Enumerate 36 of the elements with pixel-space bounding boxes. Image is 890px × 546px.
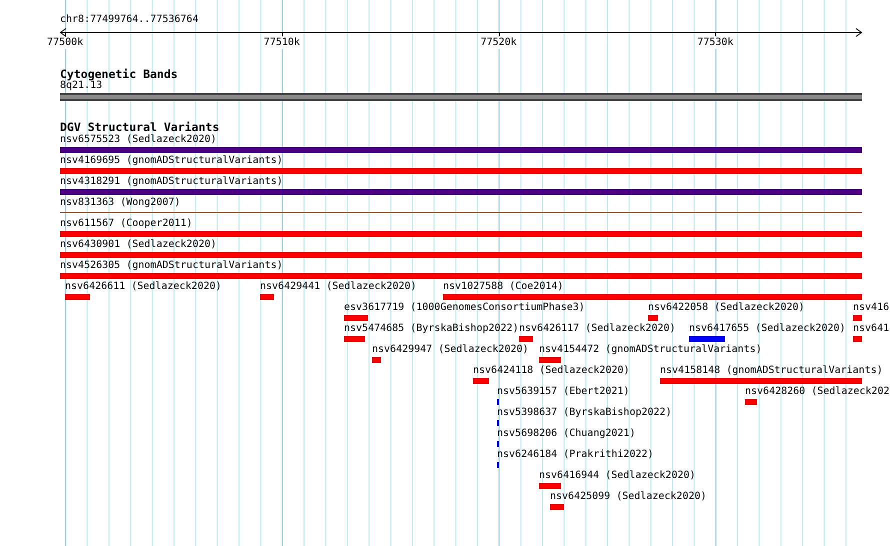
- feature-label: nsv4169695 (gnomADStructuralVariants): [60, 155, 283, 167]
- feature-label: nsv6422058 (Sedlazeck2020): [648, 302, 805, 314]
- feature-label: nsv831363 (Wong2007): [60, 197, 180, 209]
- tick-label: 77500k: [47, 37, 84, 49]
- feature-label: nsv5398637 (ByrskaBishop2022): [497, 407, 672, 419]
- feature-label: nsv4318291 (gnomADStructuralVariants): [60, 176, 283, 188]
- feature-label: nsv6429441 (Sedlazeck2020): [260, 281, 417, 293]
- tick-label: 77520k: [480, 37, 517, 49]
- track-title: DGV Structural Variants: [60, 121, 220, 133]
- feature-label: nsv6575523 (Sedlazeck2020): [60, 134, 217, 146]
- feature-label: nsv5639157 (Ebert2021): [497, 386, 630, 398]
- feature-label: nsv6417655 (Sedlazeck2020): [689, 323, 846, 335]
- feature-label: nsv6426611 (Sedlazeck2020): [65, 281, 222, 293]
- feature-label: nsv6246184 (Prakrithi2022): [497, 449, 654, 461]
- feature-label: nsv6428260 (Sedlazeck202: [745, 386, 890, 398]
- feature-label: nsv4526305 (gnomADStructuralVariants): [60, 260, 283, 272]
- feature-label: nsv1027588 (Coe2014): [443, 281, 564, 293]
- feature-label: nsv641: [853, 323, 890, 335]
- feature-label: nsv4154472 (gnomADStructuralVariants): [539, 344, 762, 356]
- feature-label: nsv6429947 (Sedlazeck2020): [372, 344, 529, 356]
- feature-label: nsv6424118 (Sedlazeck2020): [473, 365, 630, 377]
- band-label: 8q21.13: [60, 80, 102, 92]
- track-title: Cytogenetic Bands: [60, 68, 178, 80]
- feature-label: nsv6430901 (Sedlazeck2020): [60, 239, 217, 251]
- feature-label: nsv6426117 (Sedlazeck2020): [519, 323, 676, 335]
- feature-label: nsv5474685 (ByrskaBishop2022): [344, 323, 519, 335]
- feature-label: esv3617719 (1000GenomesConsortiumPhase3): [344, 302, 585, 314]
- feature-label: nsv611567 (Cooper2011): [60, 218, 192, 230]
- tick-label: 77530k: [697, 37, 734, 49]
- feature-label: nsv6416944 (Sedlazeck2020): [539, 470, 696, 482]
- tick-label: 77510k: [264, 37, 300, 49]
- feature-label: nsv5698206 (Chuang2021): [497, 428, 636, 440]
- feature-label: nsv416: [853, 302, 890, 314]
- feature-label: nsv6425099 (Sedlazeck2020): [550, 491, 707, 503]
- feature-label: nsv4158148 (gnomADStructuralVariants): [660, 365, 883, 377]
- locus-label: chr8:77499764..77536764: [60, 14, 198, 26]
